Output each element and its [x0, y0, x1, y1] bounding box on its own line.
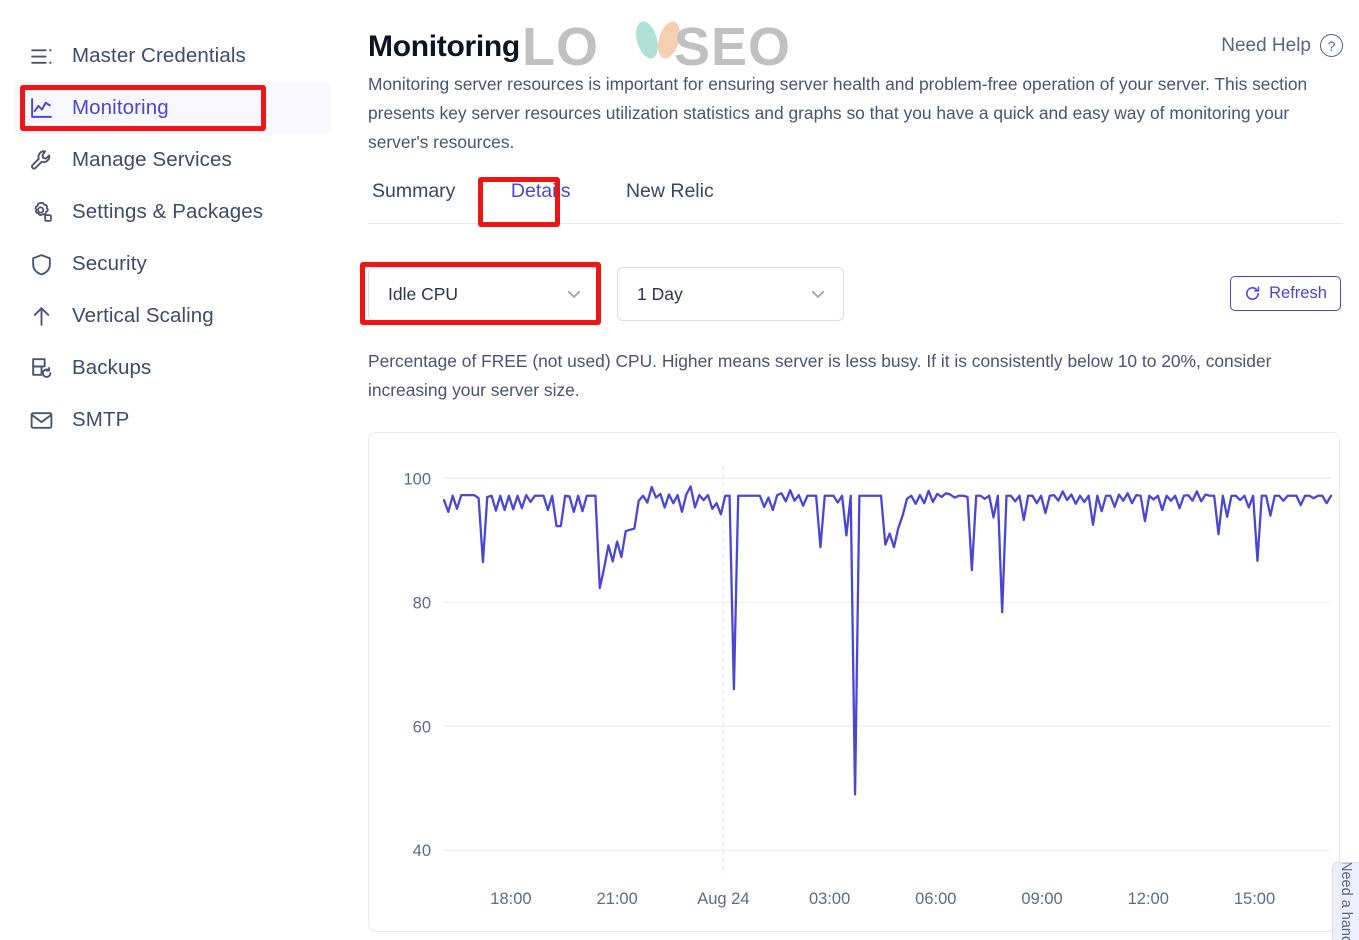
- need-a-hand-label: Need a hand?: [1338, 862, 1354, 940]
- sidebar: Master Credentials Monitoring Manage Ser…: [0, 0, 345, 940]
- refresh-icon: [1246, 286, 1260, 300]
- shield-icon: [28, 251, 54, 277]
- metric-select-value: Idle CPU: [388, 283, 459, 304]
- chart-line-icon: [28, 95, 54, 121]
- sidebar-item-vertical-scaling[interactable]: Vertical Scaling: [14, 290, 331, 342]
- svg-text:21:00: 21:00: [597, 890, 638, 908]
- metric-select[interactable]: Idle CPU: [368, 267, 600, 321]
- page-header: Monitoring Need Help ?: [368, 26, 1343, 62]
- wrench-icon: [28, 147, 54, 173]
- sidebar-item-label: Security: [72, 252, 147, 275]
- main-content: Monitoring Need Help ? Monitoring server…: [345, 0, 1359, 940]
- refresh-button[interactable]: Refresh: [1230, 276, 1341, 311]
- sidebar-item-label: Monitoring: [72, 96, 169, 119]
- sidebar-item-label: Vertical Scaling: [72, 304, 214, 327]
- sidebar-item-label: Manage Services: [72, 148, 232, 171]
- svg-text:100: 100: [403, 470, 431, 488]
- tab-details[interactable]: Details: [507, 180, 575, 215]
- svg-text:60: 60: [413, 718, 431, 736]
- sidebar-item-backups[interactable]: Backups: [14, 342, 331, 394]
- idle-cpu-line-chart[interactable]: 100 80 60 40 18:00 21:00 Aug 24 03:00 06:00 09:00…: [369, 433, 1339, 931]
- sidebar-item-master-credentials[interactable]: Master Credentials: [14, 30, 331, 82]
- svg-text:15:00: 15:00: [1234, 890, 1275, 908]
- chevron-down-icon: [567, 290, 581, 298]
- sidebar-item-label: Backups: [72, 356, 152, 379]
- svg-text:80: 80: [413, 594, 431, 612]
- question-circle-icon: ?: [1320, 34, 1343, 57]
- gear-icon: [28, 199, 54, 225]
- sidebar-item-smtp[interactable]: SMTP: [14, 394, 331, 446]
- refresh-button-label: Refresh: [1269, 284, 1327, 302]
- range-select[interactable]: 1 Day: [617, 267, 844, 321]
- svg-text:18:00: 18:00: [490, 890, 531, 908]
- monitoring-page: Master Credentials Monitoring Manage Ser…: [0, 0, 1359, 940]
- sidebar-item-label: SMTP: [72, 408, 130, 431]
- list-icon: [28, 43, 54, 69]
- backup-icon: [28, 355, 54, 381]
- chevron-down-icon: [811, 290, 825, 298]
- need-help-label: Need Help: [1221, 34, 1311, 56]
- sidebar-item-security[interactable]: Security: [14, 238, 331, 290]
- tab-bar: Summary Details New Relic: [368, 178, 1343, 224]
- svg-text:40: 40: [413, 842, 431, 860]
- sidebar-item-label: Master Credentials: [72, 44, 246, 67]
- range-select-value: 1 Day: [637, 283, 683, 304]
- sidebar-item-manage-services[interactable]: Manage Services: [14, 134, 331, 186]
- tab-new-relic[interactable]: New Relic: [622, 180, 718, 215]
- need-help-button[interactable]: Need Help ?: [1221, 26, 1343, 57]
- sidebar-item-label: Settings & Packages: [72, 200, 264, 223]
- need-a-hand-tab[interactable]: Need a hand?: [1332, 862, 1359, 940]
- svg-text:Aug 24: Aug 24: [697, 890, 749, 908]
- arrow-up-icon: [28, 303, 54, 329]
- svg-text:12:00: 12:00: [1128, 890, 1169, 908]
- sidebar-item-settings-packages[interactable]: Settings & Packages: [14, 186, 331, 238]
- svg-text:09:00: 09:00: [1021, 890, 1062, 908]
- svg-text:03:00: 03:00: [809, 890, 850, 908]
- svg-text:06:00: 06:00: [915, 890, 956, 908]
- page-title: Monitoring: [368, 30, 520, 63]
- metric-description: Percentage of FREE (not used) CPU. Highe…: [368, 351, 1272, 400]
- tab-summary[interactable]: Summary: [368, 180, 459, 215]
- sidebar-item-monitoring[interactable]: Monitoring: [14, 82, 331, 134]
- envelope-icon: [28, 407, 54, 433]
- chart-card: 100 80 60 40 18:00 21:00 Aug 24 03:00 06:00 09:00…: [368, 432, 1340, 932]
- page-intro-text: Monitoring server resources is important…: [368, 74, 1308, 152]
